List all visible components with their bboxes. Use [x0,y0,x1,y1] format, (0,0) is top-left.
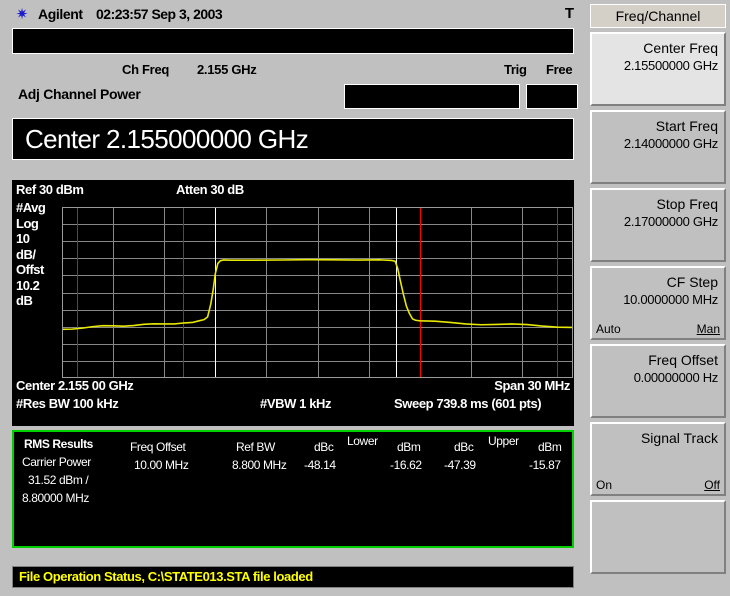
trace-svg [62,207,573,378]
softkey-panel: Freq/Channel Center Freq 2.15500000 GHz St… [586,0,730,596]
softkey-label: CF Step [666,274,718,290]
span-label: Span 30 MHz [494,378,570,393]
softkey-freq-offset[interactable]: Freq Offset 0.00000000 Hz [590,344,726,418]
spectrum-graph[interactable]: Ref 30 dBm Atten 30 dB #Avg Log 10 dB/Offst… [12,180,574,426]
softkey-label: Center Freq [643,40,718,56]
softkey-value: 10.0000000 MHz [623,292,718,307]
value-lower-dbc: -48.14 [304,458,336,472]
left-annotation-0: #Avg [16,200,46,215]
ref-level-label: Ref 30 dBm [16,182,84,197]
agilent-spark-icon: ✷ [15,6,29,23]
active-entry-field[interactable]: Center 2.155000000 GHz [12,118,574,160]
softkey-option-right[interactable]: Off [704,478,720,492]
trace-plot-area [62,207,573,378]
softkey-center-freq[interactable]: Center Freq 2.15500000 GHz [590,32,726,106]
rms-results-panel: RMS Results Carrier Power 31.52 dBm / 8.… [12,430,574,548]
softkey-option-right[interactable]: Man [697,322,720,336]
time-label: 02:23:57 [96,6,149,22]
acp-indicator-box-2 [526,84,578,109]
value-upper-dbm: -15.87 [529,458,561,472]
header-lower-dbm: dBm [397,440,421,454]
left-annotation-6: dB [16,293,33,308]
softkey-menu-title: Freq/Channel [590,4,726,28]
softkey-value: 0.00000000 Hz [633,370,719,385]
softkey-value: 2.17000000 GHz [623,214,718,229]
softkey-option-left[interactable]: On [596,478,612,492]
softkey-label: Start Freq [655,118,718,134]
analyzer-display: ✷ Agilent 02:23:57 Sep 3, 2003 T Ch Freq… [0,0,586,596]
value-freq-offset: 10.00 MHz [134,458,189,472]
res-bw-label: #Res BW 100 kHz [16,396,119,411]
softkey-stop-freq[interactable]: Stop Freq 2.17000000 GHz [590,188,726,262]
trig-label: Trig [504,62,527,77]
header-upper-dbc: dBc [454,440,474,454]
title-bar: ✷ Agilent 02:23:57 Sep 3, 2003 T [0,0,586,28]
ch-freq-label: Ch Freq [122,62,170,77]
header-ref-bw: Ref BW [236,440,275,454]
softkey-label: Signal Track [640,430,718,446]
active-entry-text: Center 2.155000000 GHz [25,124,309,154]
center-frequency-label: Center 2.155 00 GHz [16,378,134,393]
sweep-label: Sweep 739.8 ms (601 pts) [394,396,542,411]
softkey-cf-step[interactable]: CF Step 10.0000000 MHz Auto Man [590,266,726,340]
header-lower-group: Lower [347,434,378,448]
softkey-value: 2.14000000 GHz [623,136,718,151]
left-annotation-2: 10 [16,231,30,246]
header-freq-offset: Freq Offset [130,440,186,454]
date-label: Sep 3, 2003 [151,6,223,22]
left-annotation-3: dB/ [16,246,36,262]
value-lower-dbm: -16.62 [390,458,422,472]
trig-value: Free [546,62,573,77]
carrier-power-bandwidth: 8.80000 MHz [22,491,89,505]
header-lower-dbc: dBc [314,440,334,454]
softkey-start-freq[interactable]: Start Freq 2.14000000 GHz [590,110,726,184]
softkey-empty-6[interactable] [590,500,726,574]
softkey-label: Freq Offset [648,352,718,368]
info-band: Ch Freq 2.155 GHz Trig Free Adj Channel … [12,56,578,114]
spectrum-analyzer-window: ✷ Agilent 02:23:57 Sep 3, 2003 T Ch Freq… [0,0,730,596]
softkey-option-left[interactable]: Auto [596,322,621,336]
left-annotation-column: #Avg Log 10 dB/Offst 10.2 dB [16,200,62,309]
value-ref-bw: 8.800 MHz [232,458,287,472]
status-message: File Operation Status, C:\STATE013.STA f… [19,569,313,584]
brand-label: Agilent [38,6,83,22]
left-annotation-5: 10.2 [16,277,40,293]
results-title: RMS Results [24,437,93,451]
carrier-power-label: Carrier Power [22,455,91,469]
value-upper-dbc: -47.39 [444,458,476,472]
carrier-power-value: 31.52 dBm / [28,473,89,487]
acp-indicator-box-1 [344,84,520,109]
header-upper-group: Upper [488,434,519,448]
attenuation-label: Atten 30 dB [176,182,244,197]
status-bar: File Operation Status, C:\STATE013.STA f… [12,566,574,588]
softkey-signal-track[interactable]: Signal Track On Off [590,422,726,496]
measurement-title: Adj Channel Power [18,86,141,102]
top-black-strip [12,28,574,54]
header-upper-dbm: dBm [538,440,562,454]
vbw-label: #VBW 1 kHz [260,396,332,411]
trigger-flag: T [564,5,574,22]
softkey-value: 2.15500000 GHz [623,58,718,73]
softkey-label: Stop Freq [656,196,718,212]
left-annotation-1: Log [16,215,39,231]
ch-freq-value: 2.155 GHz [197,62,257,77]
datetime-label: 02:23:57 Sep 3, 2003 [96,6,223,22]
left-annotation-4: Offst [16,262,44,277]
